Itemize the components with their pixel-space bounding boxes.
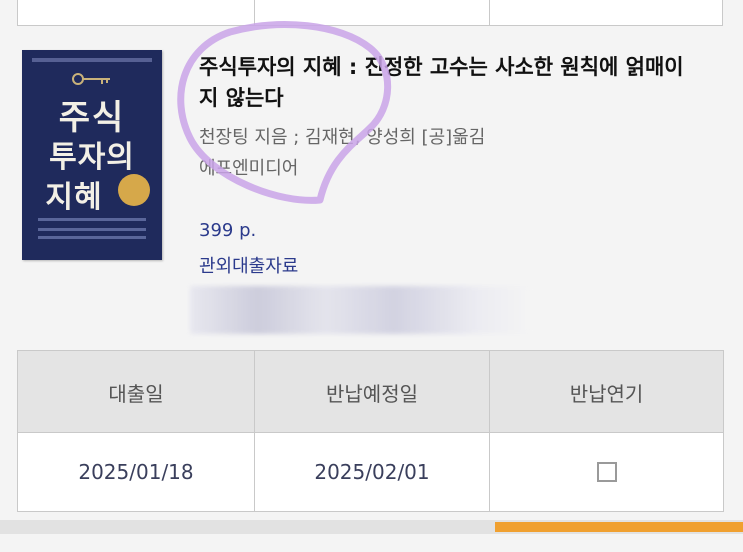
cover-subtitle-line: [32, 58, 152, 62]
table-divider: [489, 0, 490, 25]
previous-loan-table: [17, 0, 723, 26]
book-pages: 399 p.: [199, 220, 257, 241]
cover-text-line: [38, 218, 146, 221]
key-icon: [72, 73, 110, 85]
checkbox-icon[interactable]: [596, 462, 617, 482]
blurred-info: [190, 286, 530, 334]
header-loan-date: 대출일: [108, 381, 164, 406]
header-extend: 반납연기: [569, 381, 644, 406]
cover-text-line: [38, 236, 146, 239]
loan-date-value: 2025/01/18: [78, 460, 194, 484]
book-title[interactable]: 주식투자의 지혜 : 진정한 고수는 사소한 원칙에 얽매이지 않는다: [199, 52, 699, 114]
scroll-progress-bar: [495, 522, 743, 532]
extend-cell: [490, 433, 723, 511]
table-divider: [254, 0, 255, 25]
due-date-value: 2025/02/01: [314, 460, 430, 484]
cover-title-line: 투자의: [49, 140, 135, 175]
cover-text-line: [38, 228, 146, 231]
cover-seal-icon: [118, 174, 150, 206]
header-due-date: 반납예정일: [326, 381, 418, 406]
loan-table: 대출일 반납예정일 반납연기 2025/01/18 2025/02/01: [17, 350, 724, 512]
book-publisher: 에프엔미디어: [199, 158, 299, 179]
loan-type-label: 관외대출자료: [199, 256, 299, 277]
book-cover-image[interactable]: 주식 투자의 지혜: [22, 50, 162, 260]
book-author: 천장팅 지음 ; 김재현, 양성희 [공]옮김: [199, 127, 486, 148]
